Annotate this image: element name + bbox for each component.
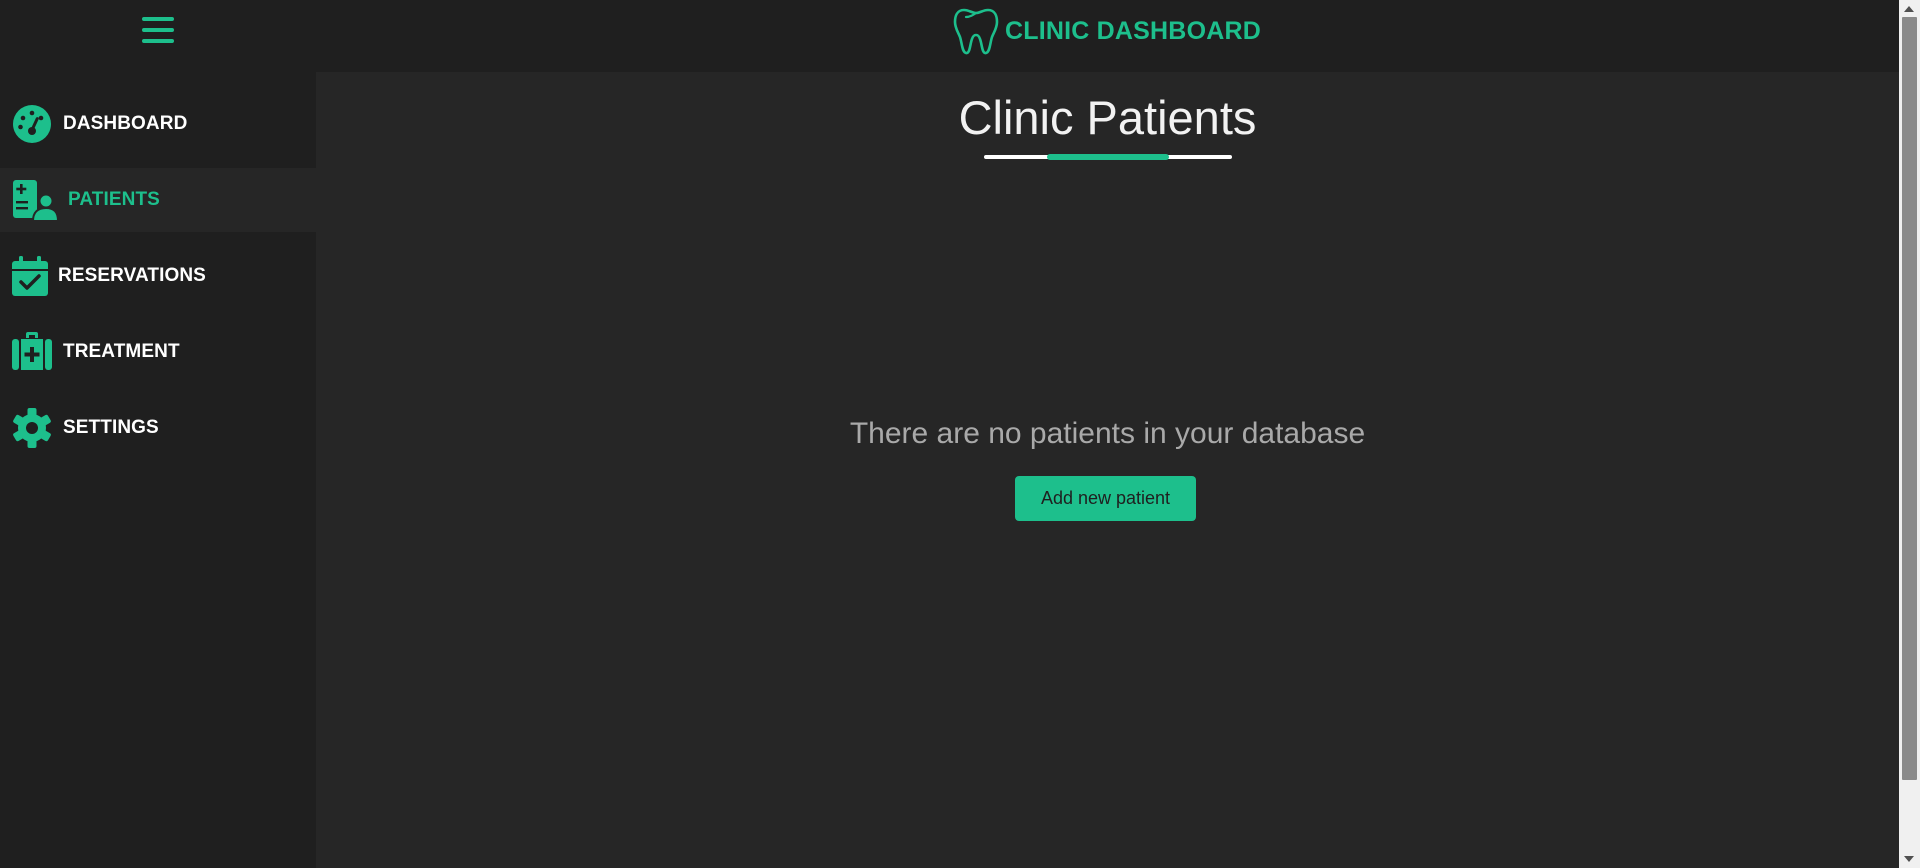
empty-state-message: There are no patients in your database <box>849 417 1366 450</box>
calendar-check-icon <box>12 256 48 296</box>
sidebar-item-label: DASHBOARD <box>63 113 188 134</box>
main-content: Clinic Patients There are no patients in… <box>316 72 1899 868</box>
scroll-up-arrow-icon[interactable] <box>1904 6 1914 12</box>
app: CLINIC DASHBOARD DASHBOARD PATIENTS RESE… <box>0 0 1920 868</box>
title-underline <box>984 154 1232 160</box>
page-title: Clinic Patients <box>958 91 1257 144</box>
vertical-scrollbar[interactable] <box>1899 0 1920 868</box>
sidebar-item-patients[interactable]: PATIENTS <box>0 168 316 232</box>
gauge-icon <box>13 105 51 143</box>
sidebar-item-label: RESERVATIONS <box>58 265 206 286</box>
scroll-thumb[interactable] <box>1902 17 1917 780</box>
sidebar-item-settings[interactable]: SETTINGS <box>0 396 316 460</box>
sidebar-item-label: TREATMENT <box>63 341 180 362</box>
hamburger-menu-icon[interactable] <box>142 15 174 45</box>
gear-icon <box>13 408 51 448</box>
sidebar-item-treatment[interactable]: TREATMENT <box>0 320 316 384</box>
title-underline-accent <box>1047 154 1169 160</box>
add-patient-button[interactable]: Add new patient <box>1015 476 1196 521</box>
top-bar: CLINIC DASHBOARD <box>0 0 1899 72</box>
scroll-down-arrow-icon[interactable] <box>1904 856 1914 862</box>
sidebar-item-dashboard[interactable]: DASHBOARD <box>0 92 316 156</box>
sidebar-item-label: SETTINGS <box>63 417 159 438</box>
medical-kit-icon <box>12 332 52 370</box>
tooth-icon <box>953 8 999 55</box>
brand: CLINIC DASHBOARD <box>952 6 1261 56</box>
sidebar: DASHBOARD PATIENTS RESERVATIONS TREATMEN… <box>0 72 316 868</box>
sidebar-item-reservations[interactable]: RESERVATIONS <box>0 244 316 308</box>
brand-title: CLINIC DASHBOARD <box>1005 16 1261 45</box>
sidebar-item-label: PATIENTS <box>68 189 160 210</box>
patient-record-icon <box>13 180 58 221</box>
